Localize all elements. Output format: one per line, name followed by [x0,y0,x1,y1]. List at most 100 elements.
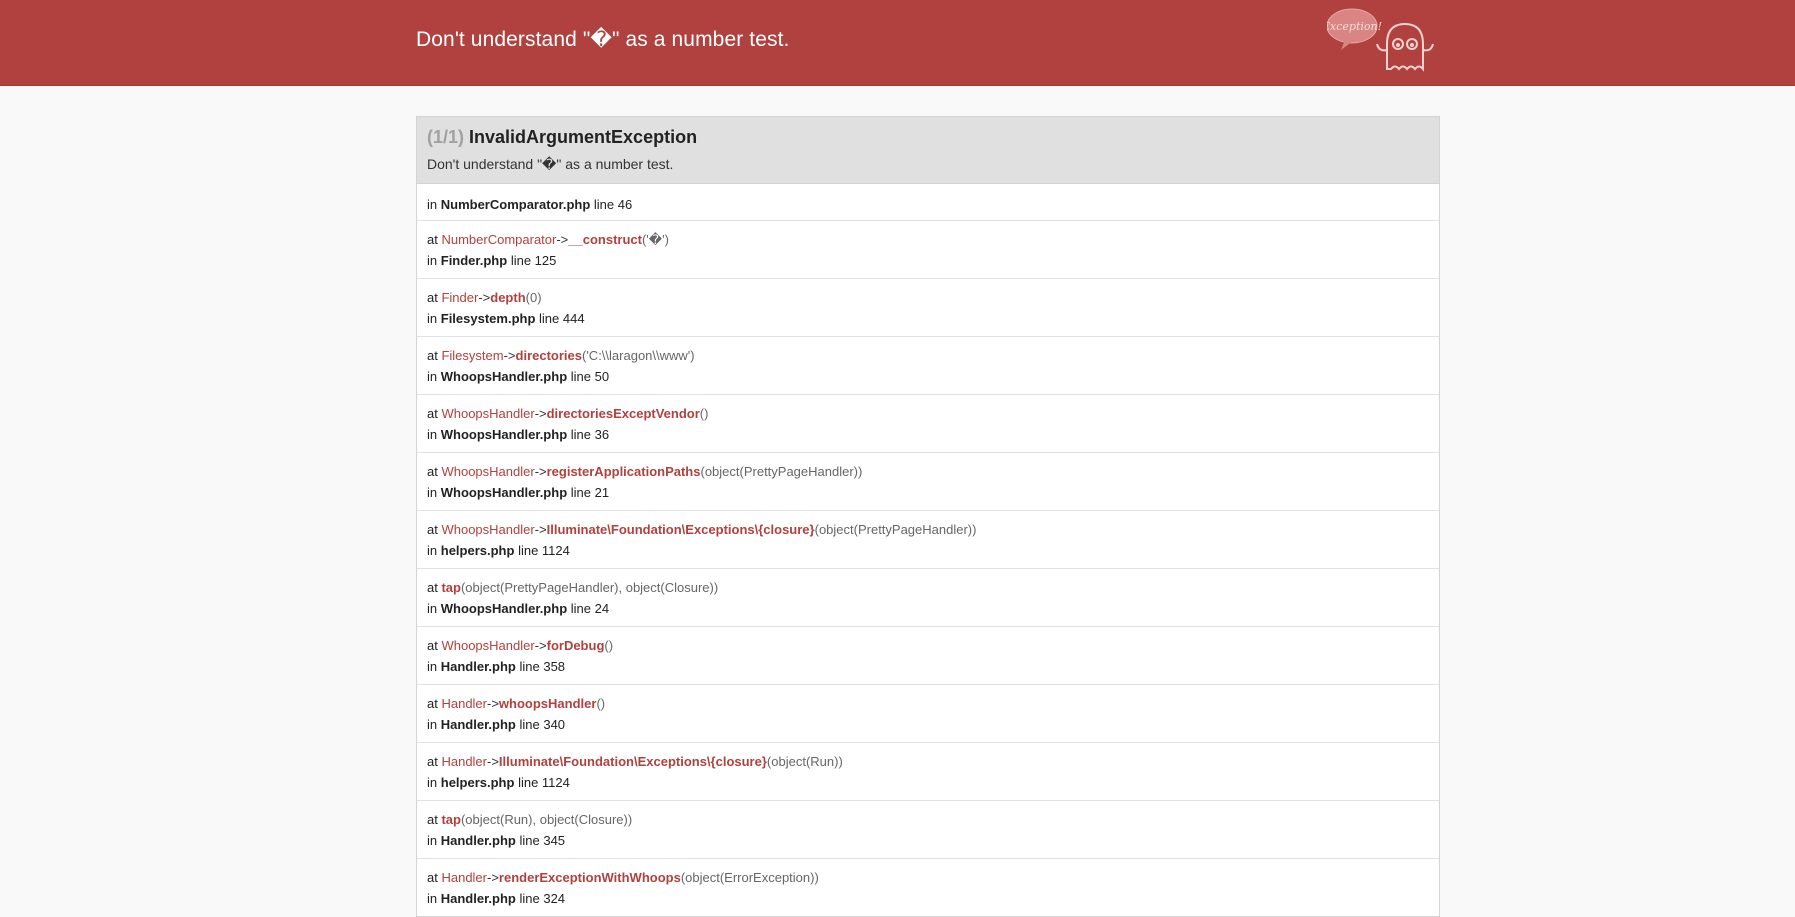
frame-function: registerApplicationPaths [546,464,701,479]
frame-file: WhoopsHandler.php [440,369,568,384]
frame-args: (0) [525,290,542,305]
frame-line: line 24 [570,601,610,616]
frame-function: forDebug [546,638,605,653]
frame-class: Handler [441,696,487,711]
frame-class: WhoopsHandler [441,406,535,421]
frame-arrow: -> [556,232,569,247]
frame-file: helpers.php [440,543,515,558]
frame-args: () [604,638,614,653]
frame-line: line 345 [519,833,566,848]
stack-trace: in NumberComparator.php line 46 at Numbe… [416,184,1440,917]
frame-arrow: -> [478,290,491,305]
frame-function: directoriesExceptVendor [546,406,700,421]
frame-arrow: -> [487,870,499,885]
frame-args: (object(PrettyPageHandler)) [814,522,977,537]
frame-function: renderExceptionWithWhoops [498,870,681,885]
frame-function: tap [441,812,461,827]
page-header: Don't understand "�" as a number test. E… [0,0,1795,86]
trace-frame: at Handler->Illuminate\Foundation\Except… [417,742,1439,800]
frame-arrow: -> [534,464,547,479]
frame-line: line 358 [519,659,566,674]
frame-at: at [427,464,438,479]
frame-line: line 50 [570,369,610,384]
page-title: Don't understand "�" as a number test. [416,28,790,51]
frame-arrow: -> [503,348,516,363]
frame-args: () [699,406,709,421]
frame-args: (object(Run), object(Closure)) [460,812,633,827]
frame-function: whoopsHandler [498,696,597,711]
frame-args: ('C:\\laragon\\www') [582,348,695,363]
frame-file: Handler.php [440,891,516,906]
trace-frame: at tap(object(Run), object(Closure)) in H… [417,800,1439,858]
frame-line: line 340 [519,717,566,732]
frame-at: at [427,580,438,595]
exception-message: Don't understand "�" as a number test. [427,156,674,172]
frame-file: Finder.php [440,253,508,268]
frame-line: line 21 [570,485,610,500]
frame-class: Handler [441,754,487,769]
trace-frame: at Finder->depth(0) in Filesystem.php lin… [417,278,1439,336]
frame-class: NumberComparator [441,232,557,247]
trace-frame: at WhoopsHandler->registerApplicationPat… [417,452,1439,510]
trace-line: line 46 [593,197,633,212]
frame-at: at [427,348,438,363]
frame-file: helpers.php [440,775,515,790]
frame-function: __construct [568,232,642,247]
frame-arrow: -> [487,696,499,711]
frame-at: at [427,638,438,653]
frame-file: WhoopsHandler.php [440,427,568,442]
trace-frame: at Filesystem->directories('C:\\laragon\… [417,336,1439,394]
frame-file: WhoopsHandler.php [440,601,568,616]
trace-location: in NumberComparator.php line 46 [427,197,633,212]
trace-frame: at Handler->whoopsHandler() in Handler.ph… [417,684,1439,742]
trace-frame: at NumberComparator->__construct('�') in … [417,220,1439,278]
frame-class: Handler [441,870,487,885]
frame-file: Filesystem.php [440,311,536,326]
frame-at: at [427,812,438,827]
frame-class: WhoopsHandler [441,522,535,537]
frame-args: (object(ErrorException)) [680,870,819,885]
frame-class: WhoopsHandler [441,638,535,653]
frame-class: Finder [441,290,479,305]
frame-file: WhoopsHandler.php [440,485,568,500]
frame-line: line 1124 [518,775,570,790]
exception-header: (1/1) InvalidArgumentException Don't und… [416,116,1440,184]
trace-frame: at tap(object(PrettyPageHandler), object… [417,568,1439,626]
frame-line: line 36 [570,427,610,442]
frame-at: at [427,870,438,885]
frame-function: directories [515,348,582,363]
frame-arrow: -> [534,406,547,421]
trace-frame: at WhoopsHandler->Illuminate\Foundation\… [417,510,1439,568]
exception-count: (1/1) [427,127,465,147]
frame-args: () [596,696,606,711]
frame-at: at [427,754,438,769]
frame-file: Handler.php [440,659,516,674]
frame-args: (object(Run)) [766,754,843,769]
frame-line: line 324 [519,891,566,906]
frame-at: at [427,232,438,247]
frame-args: (object(PrettyPageHandler), object(Closu… [460,580,719,595]
frame-at: at [427,290,438,305]
frame-class: WhoopsHandler [441,464,535,479]
frame-function: Illuminate\Foundation\Exceptions\{closur… [546,522,815,537]
frame-arrow: -> [534,638,547,653]
mascot-bubble-text: Exception! [1327,20,1382,33]
frame-class: Filesystem [441,348,504,363]
frame-line: line 444 [539,311,585,326]
trace-frame: at WhoopsHandler->forDebug() in Handler.p… [417,626,1439,684]
frame-file: Handler.php [440,833,516,848]
frame-arrow: -> [487,754,499,769]
exception-panel: (1/1) InvalidArgumentException Don't und… [416,116,1440,917]
frame-at: at [427,696,438,711]
frame-function: Illuminate\Foundation\Exceptions\{closur… [498,754,767,769]
frame-function: tap [441,580,461,595]
frame-function: depth [490,290,526,305]
frame-at: at [427,406,438,421]
exception-class: InvalidArgumentException [469,127,698,147]
frame-arrow: -> [534,522,547,537]
frame-at: at [427,522,438,537]
trace-file: NumberComparator.php [440,197,591,212]
trace-frame: at Handler->renderExceptionWithWhoops(ob… [417,858,1439,916]
frame-file: Handler.php [440,717,516,732]
frame-line: line 125 [510,253,557,268]
